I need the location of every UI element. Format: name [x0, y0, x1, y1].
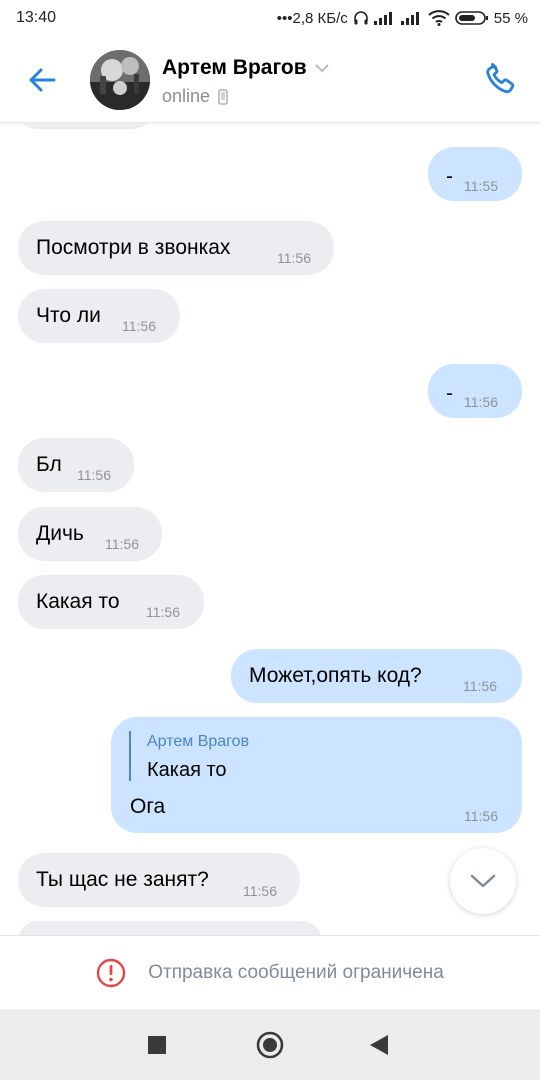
status-icons: •••2,8 КБ/с 55 %: [277, 10, 528, 27]
home-icon[interactable]: [256, 1031, 284, 1059]
message-bubble-outgoing-reply[interactable]: Артем Врагов Какая то Ога 11:56: [111, 717, 522, 833]
chevron-down-icon: [470, 874, 496, 888]
message-time: 11:56: [243, 883, 277, 899]
warning-icon: [97, 958, 126, 988]
network-speed: •••2,8 КБ/с: [276, 9, 348, 27]
message-bubble-incoming[interactable]: Бл 11:56: [18, 438, 134, 492]
message-bubble-outgoing[interactable]: - 11:56: [428, 364, 522, 418]
reply-text: Какая то: [147, 759, 227, 781]
message-time: 11:56: [463, 678, 497, 694]
arrow-left-icon[interactable]: [24, 62, 60, 98]
status-bar: 13:40 •••2,8 КБ/с 55 %: [0, 0, 540, 36]
message-time: 11:56: [464, 808, 498, 824]
message-text: Бл: [36, 453, 62, 476]
message-text: Что ли: [36, 304, 101, 327]
message-bubble-outgoing[interactable]: - 11:55: [428, 147, 522, 201]
message-text: Ты щас не занят?: [36, 868, 209, 891]
message-bubble-incoming[interactable]: Посмотри в звонках 11:56: [18, 221, 334, 275]
battery-percent: 55 %: [493, 9, 528, 27]
message-text: Дичь: [36, 522, 84, 545]
contact-name-row[interactable]: Артем Врагов: [162, 56, 329, 80]
message-text: Ога: [130, 795, 166, 818]
chevron-down-icon[interactable]: [314, 63, 329, 73]
message-text: Может,опять код?: [249, 664, 422, 687]
message-time: 11:56: [146, 604, 180, 620]
reply-quote[interactable]: [129, 731, 131, 781]
restriction-banner: Отправка сообщений ограничена: [0, 935, 540, 1010]
message-bubble-incoming[interactable]: Какая то 11:56: [18, 575, 204, 629]
status-time: 13:40: [16, 9, 57, 26]
system-nav-bar: [0, 1009, 540, 1080]
message-time: 11:56: [464, 394, 498, 410]
contact-status: online: [162, 86, 211, 106]
reply-author: Артем Врагов: [147, 733, 250, 750]
contact-name: Артем Врагов: [162, 56, 307, 79]
message-time: 11:55: [464, 178, 498, 194]
recent-apps-icon[interactable]: [148, 1036, 166, 1054]
chat-header: Артем Врагов online: [0, 36, 540, 123]
message-bubble-partial: [18, 921, 322, 935]
message-bubble-outgoing[interactable]: Может,опять код? 11:56: [231, 649, 522, 703]
signal-2-icon: [400, 12, 419, 25]
message-time: 11:56: [105, 536, 139, 552]
back-nav-icon[interactable]: [370, 1035, 388, 1055]
contact-status-row: online: [162, 86, 228, 107]
message-time: 11:56: [122, 318, 156, 334]
message-bubble-incoming[interactable]: Дичь 11:56: [18, 507, 162, 561]
headphones-icon: [353, 11, 368, 25]
mobile-icon: [218, 88, 228, 105]
phone-icon[interactable]: [482, 60, 520, 98]
message-bubble-partial: [18, 123, 152, 129]
message-text: -: [446, 165, 453, 188]
restriction-text: Отправка сообщений ограничена: [148, 962, 444, 983]
message-bubble-incoming[interactable]: Ты щас не занят? 11:56: [18, 853, 300, 907]
message-text: Какая то: [36, 590, 120, 613]
message-list[interactable]: - 11:55 Посмотри в звонках 11:56 Что ли …: [0, 123, 540, 935]
message-bubble-incoming[interactable]: Что ли 11:56: [18, 289, 180, 343]
signal-1-icon: [373, 12, 392, 25]
wifi-icon: [428, 10, 450, 26]
battery-icon: [454, 11, 488, 25]
message-time: 11:56: [77, 467, 111, 483]
message-time: 11:56: [277, 250, 311, 266]
message-text: -: [446, 382, 453, 405]
avatar[interactable]: [90, 50, 150, 110]
message-text: Посмотри в звонках: [36, 236, 231, 259]
scroll-down-button[interactable]: [450, 848, 516, 914]
